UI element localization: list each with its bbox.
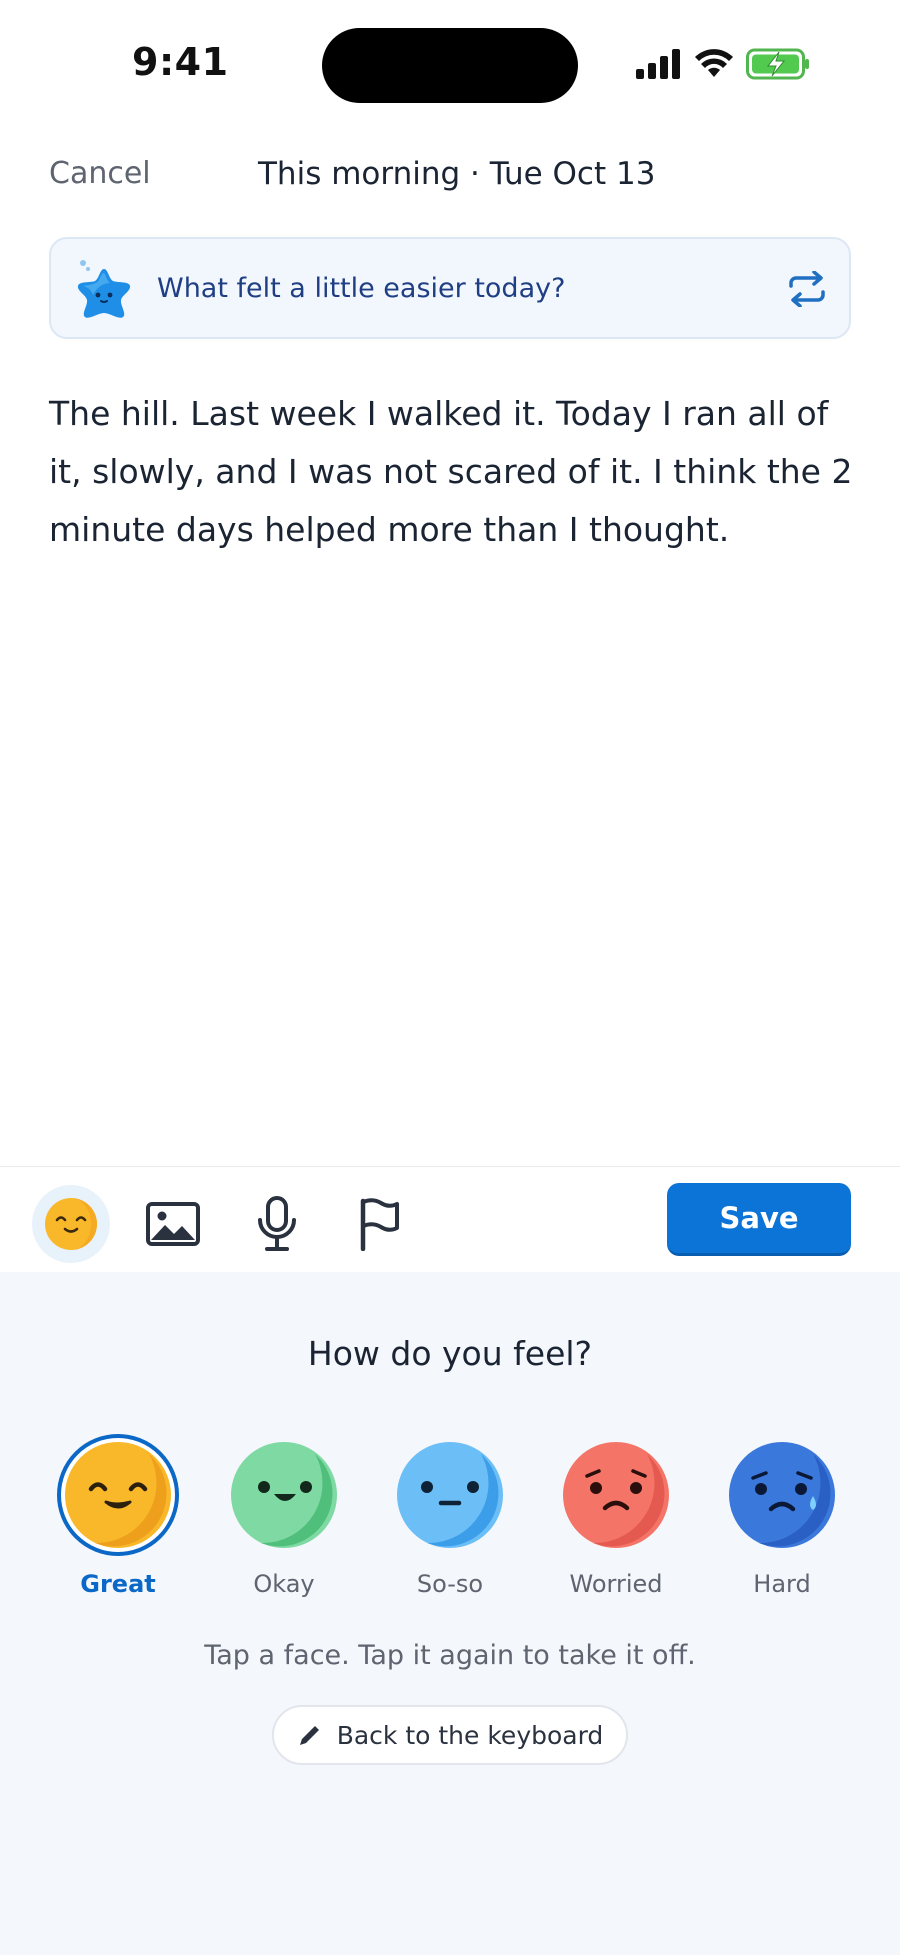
photo-icon: [146, 1202, 200, 1246]
cellular-signal-icon: [636, 49, 680, 79]
pencil-icon: [299, 1726, 319, 1745]
nav-bar: Cancel This morning · Tue Oct 13: [0, 150, 900, 202]
status-bar: 9:41: [0, 0, 900, 110]
mood-option-hard[interactable]: Hard: [717, 1442, 847, 1642]
mood-hint: Tap a face. Tap it again to take it off.: [204, 1640, 696, 1671]
dynamic-island: [322, 28, 578, 103]
mood-icon: [45, 1198, 97, 1250]
mood-label: Okay: [253, 1570, 315, 1598]
shuffle-icon[interactable]: [787, 271, 827, 307]
great-face-icon: [57, 1434, 179, 1556]
mood-option-worried[interactable]: Worried: [551, 1442, 681, 1642]
journal-prompt-card[interactable]: What felt a little easier today?: [49, 237, 851, 339]
flag-button[interactable]: [340, 1185, 418, 1263]
mood-label: Great: [80, 1570, 156, 1598]
cancel-button[interactable]: Cancel: [49, 156, 151, 191]
save-button[interactable]: Save: [667, 1183, 851, 1256]
star-mascot-icon: [77, 260, 131, 318]
so-so-face-icon: [397, 1442, 503, 1548]
mood-picker-sheet: How do you feel? Great Okay So-so Worrie…: [0, 1272, 900, 1955]
back-to-keyboard-button[interactable]: Back to the keyboard: [272, 1705, 628, 1765]
wifi-icon: [695, 49, 733, 77]
mood-heading: How do you feel?: [307, 1334, 593, 1373]
mood-label: So-so: [416, 1570, 484, 1598]
prompt-text: What felt a little easier today?: [157, 273, 566, 304]
hard-face-icon: [729, 1442, 835, 1548]
status-icons: [636, 44, 810, 84]
page-title: This morning · Tue Oct 13: [258, 156, 656, 192]
mood-option-okay[interactable]: Okay: [219, 1442, 349, 1642]
battery-charging-icon: [746, 48, 809, 80]
microphone-icon: [258, 1196, 296, 1251]
journal-entry-text[interactable]: The hill. Last week I walked it. Today I…: [49, 385, 859, 559]
mood-button[interactable]: [32, 1185, 110, 1263]
mood-label: Worried: [569, 1570, 663, 1598]
editor-toolbar: Save: [0, 1166, 900, 1271]
mood-option-so-so[interactable]: So-so: [385, 1442, 515, 1642]
status-time: 9:41: [132, 40, 229, 84]
okay-face-icon: [231, 1442, 337, 1548]
add-photo-button[interactable]: [134, 1185, 212, 1263]
mood-option-great[interactable]: Great: [53, 1434, 183, 1642]
back-to-keyboard-label: Back to the keyboard: [336, 1720, 604, 1750]
voice-note-button[interactable]: [238, 1185, 316, 1263]
worried-face-icon: [563, 1442, 669, 1548]
mood-label: Hard: [753, 1570, 811, 1598]
flag-icon: [360, 1198, 399, 1251]
